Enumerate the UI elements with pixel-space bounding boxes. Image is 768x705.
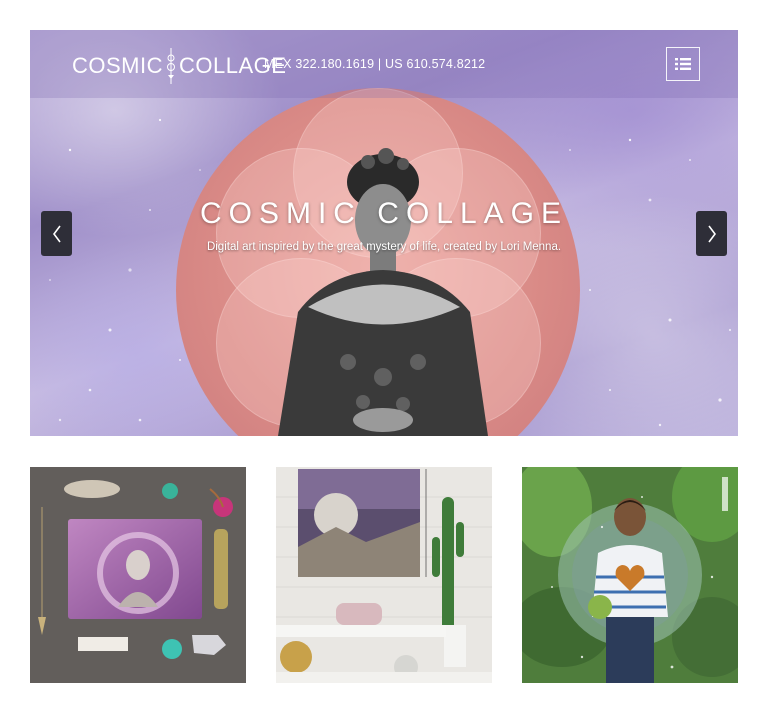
portrait-figure (278, 148, 488, 436)
list-menu-icon (675, 58, 691, 70)
slider-prev-button[interactable] (41, 211, 72, 256)
hero-subtitle: Digital art inspired by the great myster… (206, 241, 562, 253)
contact-phones: MEX 322.180.1619 | US 610.574.8212 (264, 57, 486, 71)
boy-portrait-image (522, 467, 738, 683)
gallery-item-boy-portrait[interactable] (522, 467, 738, 683)
site-logo[interactable]: COSMIC COLLAGE (72, 48, 286, 84)
pouch-flatlay-image (30, 467, 246, 683)
menu-button[interactable] (666, 47, 700, 81)
wall-art-room-image (276, 467, 492, 683)
hero-title: COSMIC COLLAGE (199, 197, 569, 230)
slider-next-button[interactable] (696, 211, 727, 256)
gallery-item-pouch[interactable] (30, 467, 246, 683)
hero-slider: COSMIC COLLAGE MEX 322.180.1619 | US 610… (30, 30, 738, 436)
chevron-left-icon (52, 225, 61, 242)
chevron-right-icon (707, 225, 716, 242)
logo-text-left: COSMIC (72, 53, 163, 78)
logo-ornament-icon (167, 48, 175, 84)
gallery-item-wall-art[interactable] (276, 467, 492, 683)
